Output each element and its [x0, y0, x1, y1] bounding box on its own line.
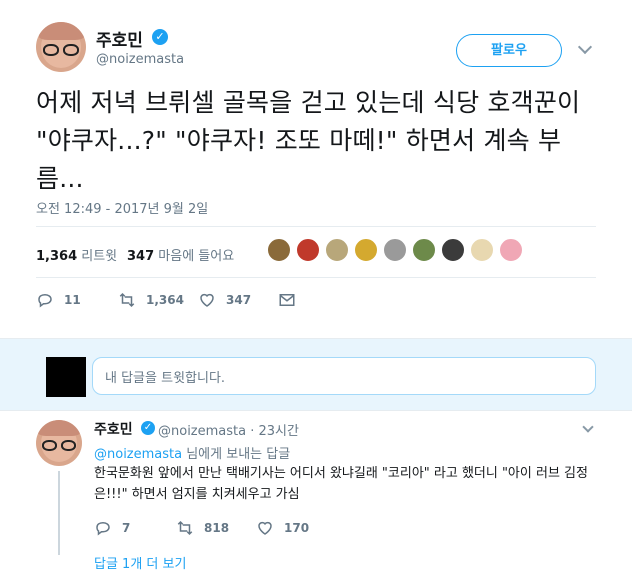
liker-avatar[interactable]: [440, 237, 466, 263]
retweet-icon: [177, 520, 193, 536]
message-icon: [279, 294, 295, 306]
liker-avatar[interactable]: [324, 237, 350, 263]
reply-input[interactable]: 내 답글을 트윗합니다.: [92, 357, 596, 395]
author-handle[interactable]: @noizemasta: [96, 52, 184, 67]
reply-to-mention[interactable]: @noizemasta: [94, 447, 182, 462]
verified-icon: ✓: [152, 29, 168, 45]
liker-avatar[interactable]: [498, 237, 524, 263]
retweet-count: 1,364: [146, 293, 184, 307]
reply-icon: [96, 521, 110, 536]
reply-to-suffix: 님에게 보내는 답글: [182, 447, 291, 462]
reply-icon: [38, 293, 52, 308]
liker-avatar[interactable]: [266, 237, 292, 263]
reply-tweet[interactable]: 주호민 ✓ @noizemasta · 23시간 @noizemasta 님에게…: [0, 410, 632, 584]
retweet-stat-count: 1,364: [36, 249, 78, 264]
reply-count: 7: [122, 521, 131, 535]
reply-author-name[interactable]: 주호민: [94, 419, 133, 439]
reply-to-line: @noizemasta 님에게 보내는 답글: [94, 443, 290, 462]
tweet-actions: 11 1,364 347: [36, 290, 336, 310]
like-stat[interactable]: 347 마음에 들어요: [127, 245, 234, 264]
reply-actions: 7 818 170: [94, 518, 394, 538]
reply-author-handle[interactable]: @noizemasta · 23시간: [158, 420, 299, 439]
like-icon: [258, 521, 272, 535]
show-more-replies-link[interactable]: 답글 1개 더 보기: [94, 553, 186, 572]
current-user-avatar: [46, 357, 86, 397]
verified-icon: ✓: [141, 421, 155, 435]
author-name[interactable]: 주호민: [96, 26, 143, 51]
liker-avatar[interactable]: [295, 237, 321, 263]
liker-avatar[interactable]: [411, 237, 437, 263]
liker-avatar[interactable]: [382, 237, 408, 263]
liker-avatar[interactable]: [469, 237, 495, 263]
retweet-count: 818: [204, 521, 230, 535]
reply-author-avatar[interactable]: [36, 420, 82, 466]
main-tweet: 주호민 ✓ @noizemasta 팔로우 어제 저녁 브뤼셀 골목을 걷고 있…: [0, 0, 632, 336]
reply-text: 한국문화원 앞에서 만난 택배기사는 어디서 왔냐길래 "코리아" 라고 했더니…: [94, 466, 588, 502]
tweet-text: 어제 저녁 브뤼셀 골목을 걷고 있는데 식당 호객꾼이 "야쿠자...?" "…: [36, 88, 581, 193]
liker-avatar[interactable]: [353, 237, 379, 263]
retweet-icon: [119, 292, 135, 308]
like-count: 347: [226, 293, 252, 307]
tweet-timestamp[interactable]: 오전 12:49 - 2017년 9월 2일: [36, 198, 208, 217]
like-stat-label: 마음에 들어요: [158, 249, 235, 264]
like-icon: [200, 293, 214, 307]
author-avatar[interactable]: [36, 22, 86, 72]
like-count: 170: [284, 521, 310, 535]
thread-line: [58, 471, 60, 555]
retweet-stat-label: 리트윗: [81, 249, 118, 264]
chevron-down-icon[interactable]: [577, 39, 593, 55]
like-stat-count: 347: [127, 249, 155, 264]
tweet-stats: 1,364 리트윗 347 마음에 들어요: [36, 226, 596, 278]
follow-button[interactable]: 팔로우: [456, 34, 562, 67]
retweet-stat[interactable]: 1,364 리트윗: [36, 245, 117, 264]
reply-compose: 내 답글을 트윗합니다.: [0, 338, 632, 410]
chevron-down-icon[interactable]: [582, 421, 594, 433]
reply-count: 11: [64, 293, 81, 307]
